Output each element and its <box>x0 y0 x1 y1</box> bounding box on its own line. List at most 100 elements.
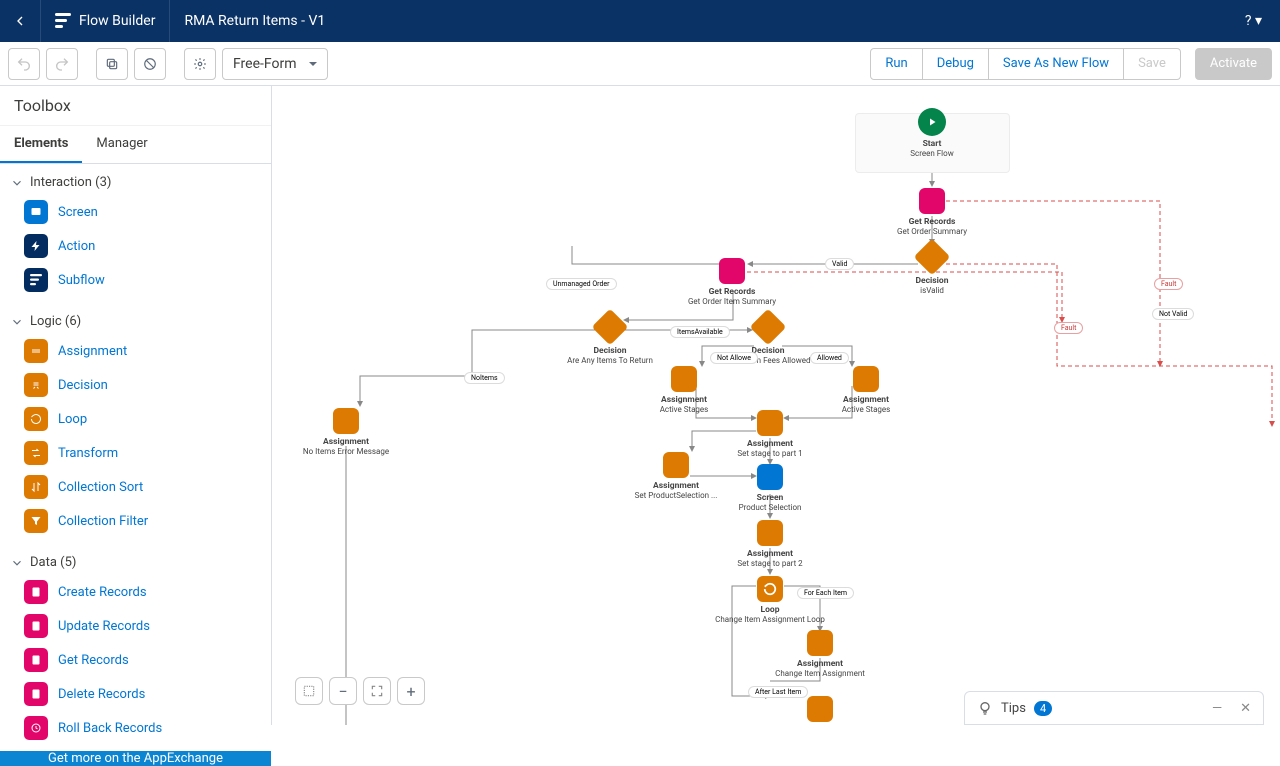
help-menu[interactable]: ? ▾ <box>1227 13 1280 29</box>
toolbox-title: Toolbox <box>0 86 271 126</box>
element-transform[interactable]: Transform <box>0 436 271 470</box>
element-assignment[interactable]: Assignment <box>0 334 271 368</box>
delete-records-icon <box>24 682 48 706</box>
flow-canvas[interactable]: Start Screen Flow Get Records Get Order … <box>272 86 1280 725</box>
node-loop[interactable]: Loop Change Item Assignment Loop <box>710 576 830 624</box>
undo-button <box>8 48 40 80</box>
label-fault: Fault <box>1154 278 1183 290</box>
action-icon <box>24 234 48 258</box>
top-nav: Flow Builder RMA Return Items - V1 ? ▾ <box>0 0 1280 42</box>
save-as-button[interactable]: Save As New Flow <box>988 48 1124 80</box>
back-button[interactable] <box>0 0 40 42</box>
label-valid: Valid <box>825 258 854 270</box>
tips-label: Tips <box>1001 701 1026 716</box>
node-set-part1[interactable]: Assignment Set stage to part 1 <box>710 410 830 458</box>
decision-icon <box>750 309 787 346</box>
node-get-order-summary[interactable]: Get Records Get Order Summary <box>872 188 992 236</box>
assignment-icon <box>24 339 48 363</box>
sort-icon <box>24 475 48 499</box>
flow-title: RMA Return Items - V1 <box>170 13 339 29</box>
appexchange-link[interactable]: Get more on the AppExchange <box>0 751 271 766</box>
node-change-item[interactable]: Assignment Change Item Assignment <box>760 630 880 678</box>
element-loop[interactable]: Loop <box>0 402 271 436</box>
brand-label: Flow Builder <box>40 0 170 42</box>
zoom-in-button[interactable]: + <box>397 677 425 705</box>
assignment-icon <box>757 520 783 546</box>
node-isvalid[interactable]: Decision isValid <box>872 244 992 295</box>
tips-panel[interactable]: Tips 4 — ✕ <box>964 691 1264 725</box>
section-data[interactable]: Data (5) <box>0 550 271 575</box>
element-update-records[interactable]: Update Records <box>0 609 271 643</box>
node-active-stages-left[interactable]: Assignment Active Stages <box>624 366 744 414</box>
element-collection-filter[interactable]: Collection Filter <box>0 504 271 538</box>
element-subflow[interactable]: Subflow <box>0 263 271 297</box>
filter-icon <box>24 509 48 533</box>
assignment-icon <box>807 630 833 656</box>
label-allowed: Allowed <box>810 352 849 364</box>
subflow-icon <box>24 268 48 292</box>
label-afterlast: After Last Item <box>748 686 808 698</box>
screen-icon <box>757 464 783 490</box>
element-delete-records[interactable]: Delete Records <box>0 677 271 711</box>
screen-icon <box>24 200 48 224</box>
node-start[interactable]: Start Screen Flow <box>872 108 992 158</box>
section-logic[interactable]: Logic (6) <box>0 309 271 334</box>
element-action[interactable]: Action <box>0 229 271 263</box>
toggle-button[interactable] <box>134 48 166 80</box>
get-records-icon <box>24 648 48 672</box>
node-screen-product[interactable]: Screen Product Selection <box>710 464 830 512</box>
activate-button: Activate <box>1195 48 1272 80</box>
section-interaction[interactable]: Interaction (3) <box>0 170 271 195</box>
update-records-icon <box>24 614 48 638</box>
label-unmanaged: Unmanaged Order <box>546 278 617 290</box>
decision-icon <box>592 309 629 346</box>
element-collection-sort[interactable]: Collection Sort <box>0 470 271 504</box>
tab-manager[interactable]: Manager <box>82 126 161 163</box>
settings-button[interactable] <box>184 48 216 80</box>
assignment-icon <box>757 410 783 436</box>
debug-button[interactable]: Debug <box>922 48 989 80</box>
fit-button[interactable] <box>363 677 391 705</box>
element-screen[interactable]: Screen <box>0 195 271 229</box>
layout-mode-select[interactable]: Free-Form <box>222 48 328 80</box>
node-assignment-bottom[interactable]: Assignment <box>760 696 880 725</box>
close-icon[interactable]: ✕ <box>1240 701 1251 716</box>
redo-button <box>46 48 78 80</box>
loop-icon <box>24 407 48 431</box>
assignment-icon <box>807 696 833 722</box>
node-get-order-item[interactable]: Get Records Get Order Item Summary <box>672 258 792 306</box>
node-any-items[interactable]: Decision Are Any Items To Return <box>550 314 670 365</box>
tab-elements[interactable]: Elements <box>0 126 82 163</box>
copy-button[interactable] <box>96 48 128 80</box>
element-decision[interactable]: Decision <box>0 368 271 402</box>
label-foreach: For Each Item <box>797 587 854 599</box>
element-get-records[interactable]: Get Records <box>0 643 271 677</box>
zoom-out-button[interactable]: − <box>329 677 357 705</box>
label-itemsavailable: ItemsAvailable <box>670 326 730 338</box>
assignment-icon <box>333 408 359 434</box>
tips-count-badge: 4 <box>1034 701 1052 716</box>
decision-icon <box>914 239 951 276</box>
node-no-items-error[interactable]: Assignment No Items Error Message <box>286 408 406 456</box>
assignment-icon <box>853 366 879 392</box>
label-notvalid: Not Valid <box>1152 308 1194 320</box>
transform-icon <box>24 441 48 465</box>
get-records-icon <box>919 188 945 214</box>
minimize-icon[interactable]: — <box>1212 701 1222 716</box>
run-button[interactable]: Run <box>870 48 922 80</box>
node-set-part2[interactable]: Assignment Set stage to part 2 <box>710 520 830 568</box>
lightbulb-icon <box>977 700 993 716</box>
decision-icon <box>24 373 48 397</box>
rollback-icon <box>24 716 48 740</box>
assignment-icon <box>663 452 689 478</box>
label-noitems: NoItems <box>464 372 505 384</box>
save-button: Save <box>1123 48 1181 80</box>
play-icon <box>918 108 946 136</box>
loop-icon <box>757 576 783 602</box>
node-active-stages-right[interactable]: Assignment Active Stages <box>806 366 926 414</box>
toolbar: Free-Form Run Debug Save As New Flow Sav… <box>0 42 1280 86</box>
element-rollback[interactable]: Roll Back Records <box>0 711 271 745</box>
element-create-records[interactable]: Create Records <box>0 575 271 609</box>
select-mode-button[interactable] <box>295 677 323 705</box>
get-records-icon <box>719 258 745 284</box>
